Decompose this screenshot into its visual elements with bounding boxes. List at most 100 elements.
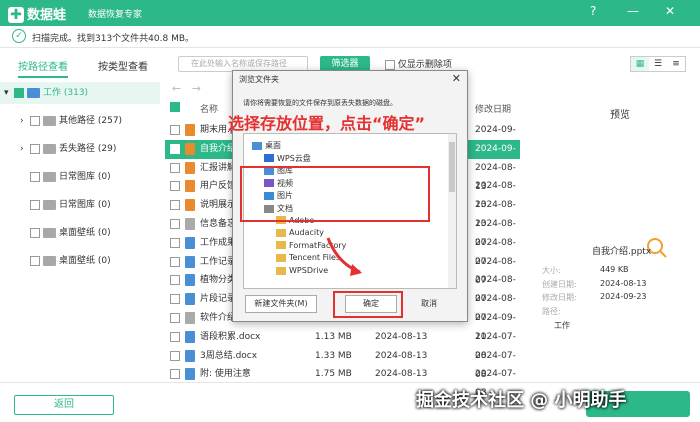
tab-by-path[interactable]: 按路径查看 bbox=[18, 58, 68, 78]
file-checkbox[interactable] bbox=[170, 125, 180, 135]
plus-icon: ✚ bbox=[8, 7, 24, 23]
dialog-scrollbar[interactable] bbox=[448, 134, 456, 288]
file-checkbox[interactable] bbox=[170, 219, 180, 229]
file-checkbox[interactable] bbox=[170, 331, 180, 342]
folder-icon bbox=[276, 241, 286, 250]
tree-item-label: 桌面壁纸 (0) bbox=[59, 228, 111, 238]
new-folder-button[interactable]: 新建文件夹(M) bbox=[245, 295, 317, 313]
dialog-message: 请你将需要恢复的文件保存到原丢失数据的磁盘。 bbox=[243, 99, 397, 107]
file-checkbox[interactable] bbox=[170, 313, 180, 323]
dialog-folder-label: 桌面 bbox=[265, 141, 281, 150]
select-all-checkbox[interactable] bbox=[170, 102, 180, 113]
file-icon bbox=[185, 124, 195, 136]
file-checkbox[interactable] bbox=[170, 200, 180, 211]
app-logo: ✚ 数据蛙 bbox=[8, 4, 66, 23]
tree-item[interactable]: 日常图库 (0) bbox=[0, 166, 160, 188]
tree-item[interactable]: 桌面壁纸 (0) bbox=[0, 222, 160, 244]
deleted-only-label: 仅显示删除项 bbox=[397, 60, 452, 70]
folder-icon bbox=[264, 154, 274, 163]
created-value: 2024-08-13 bbox=[600, 279, 647, 288]
dialog-folder-item[interactable]: 桌面 bbox=[252, 140, 281, 151]
tree-item-label: 丢失路径 (29) bbox=[59, 144, 117, 154]
file-checkbox[interactable] bbox=[170, 162, 180, 173]
file-checkbox[interactable] bbox=[170, 275, 180, 286]
dialog-title: 浏览文件夹 bbox=[239, 75, 279, 84]
file-checkbox[interactable] bbox=[170, 256, 180, 267]
back-arrow-icon[interactable]: ← bbox=[172, 82, 181, 95]
scan-status-bar: ✓ 扫描完成。找到313个文件共40.8 MB。 bbox=[0, 26, 700, 48]
list-view-icon[interactable]: ☰ bbox=[649, 57, 667, 71]
size-label: 大小: bbox=[542, 266, 561, 275]
tree-item-label: 日常图库 (0) bbox=[59, 200, 111, 210]
tree-item[interactable]: ▾ 工作 (313) bbox=[0, 82, 160, 104]
file-row[interactable]: 3周总结.docx 1.33 MB 2024-08-13 2024-07-08 bbox=[165, 347, 520, 380]
tree-item[interactable]: 桌面壁纸 (0) bbox=[0, 250, 160, 272]
folder-icon bbox=[276, 228, 286, 237]
tree-checkbox[interactable] bbox=[30, 115, 40, 126]
file-icon bbox=[185, 161, 195, 174]
help-icon[interactable]: ? bbox=[590, 4, 596, 18]
back-button[interactable]: 返回 bbox=[14, 395, 114, 415]
title-bar: ✚ 数据蛙 数据恢复专家 ? — ✕ bbox=[0, 0, 700, 26]
dialog-folder-item[interactable]: WPS云盘 bbox=[264, 153, 311, 164]
view-tabs: 按路径查看 按类型查看 bbox=[0, 58, 160, 78]
folder-icon bbox=[43, 255, 56, 266]
file-created: 2024-08-13 bbox=[375, 331, 428, 342]
file-icon bbox=[185, 349, 195, 362]
minimize-icon[interactable]: — bbox=[627, 4, 639, 18]
tree-checkbox[interactable] bbox=[14, 87, 24, 98]
tree-checkbox[interactable] bbox=[30, 199, 40, 210]
folder-icon bbox=[43, 227, 56, 238]
file-icon bbox=[185, 274, 195, 287]
file-checkbox[interactable] bbox=[170, 237, 180, 248]
column-header-modified[interactable]: 修改日期 bbox=[475, 102, 511, 115]
folder-icon bbox=[252, 141, 262, 150]
column-header-name[interactable]: 名称 bbox=[200, 102, 218, 115]
preview-panel: 预览 自我介绍.pptx 大小: 449 KB 创建日期: 2024-08-13… bbox=[530, 98, 700, 378]
size-value: 449 KB bbox=[600, 265, 629, 274]
expand-icon[interactable]: › bbox=[20, 138, 30, 160]
tree-item-label: 桌面壁纸 (0) bbox=[59, 256, 111, 266]
tree-item-label: 工作 (313) bbox=[43, 88, 89, 98]
file-checkbox[interactable] bbox=[170, 369, 180, 380]
dialog-folder-label: WPS云盘 bbox=[277, 153, 311, 163]
tree-checkbox[interactable] bbox=[30, 171, 40, 182]
cancel-button[interactable]: 取消 bbox=[403, 295, 455, 313]
preview-filename: 自我介绍.pptx bbox=[592, 247, 652, 257]
scan-status-text: 扫描完成。找到313个文件共40.8 MB。 bbox=[32, 34, 195, 44]
file-icon bbox=[185, 330, 195, 343]
tree-item[interactable]: › 其他路径 (257) bbox=[0, 110, 160, 132]
annotation-highlight-box bbox=[240, 166, 430, 222]
file-checkbox[interactable] bbox=[170, 143, 180, 154]
file-row[interactable]: 语段积累.docx 1.13 MB 2024-08-13 2024-07-08 bbox=[165, 328, 520, 361]
tree-item[interactable]: › 丢失路径 (29) bbox=[0, 138, 160, 160]
expand-icon[interactable]: ▾ bbox=[4, 82, 14, 104]
tree-checkbox[interactable] bbox=[30, 227, 40, 238]
view-mode-switch: ▦ ☰ ≡ bbox=[630, 56, 686, 72]
file-checkbox[interactable] bbox=[170, 350, 180, 361]
file-checkbox[interactable] bbox=[170, 181, 180, 192]
annotation-text: 选择存放位置，点击“确定” bbox=[228, 114, 426, 133]
file-size: 1.33 MB bbox=[315, 350, 352, 361]
folder-icon bbox=[276, 266, 286, 275]
tree-checkbox[interactable] bbox=[30, 255, 40, 266]
deleted-only-toggle[interactable]: 仅显示删除项 bbox=[385, 57, 452, 70]
detail-view-icon[interactable]: ≡ bbox=[667, 57, 685, 71]
deleted-only-checkbox[interactable] bbox=[385, 59, 395, 70]
dialog-folder-item[interactable]: Audacity bbox=[276, 228, 324, 237]
tree-item[interactable]: 日常图库 (0) bbox=[0, 194, 160, 216]
dialog-close-icon[interactable]: ✕ bbox=[452, 72, 461, 85]
file-icon bbox=[185, 312, 195, 324]
close-icon[interactable]: ✕ bbox=[665, 4, 675, 18]
tree-checkbox[interactable] bbox=[30, 143, 40, 154]
file-icon bbox=[185, 255, 195, 268]
file-name: 语段积累.docx bbox=[200, 331, 261, 342]
file-checkbox[interactable] bbox=[170, 294, 180, 305]
grid-view-icon[interactable]: ▦ bbox=[631, 57, 649, 71]
expand-icon[interactable]: › bbox=[20, 110, 30, 132]
forward-arrow-icon[interactable]: → bbox=[192, 82, 201, 95]
folder-icon bbox=[43, 115, 56, 126]
tab-by-type[interactable]: 按类型查看 bbox=[98, 58, 148, 76]
file-size: 1.13 MB bbox=[315, 331, 352, 342]
file-icon bbox=[185, 142, 195, 155]
